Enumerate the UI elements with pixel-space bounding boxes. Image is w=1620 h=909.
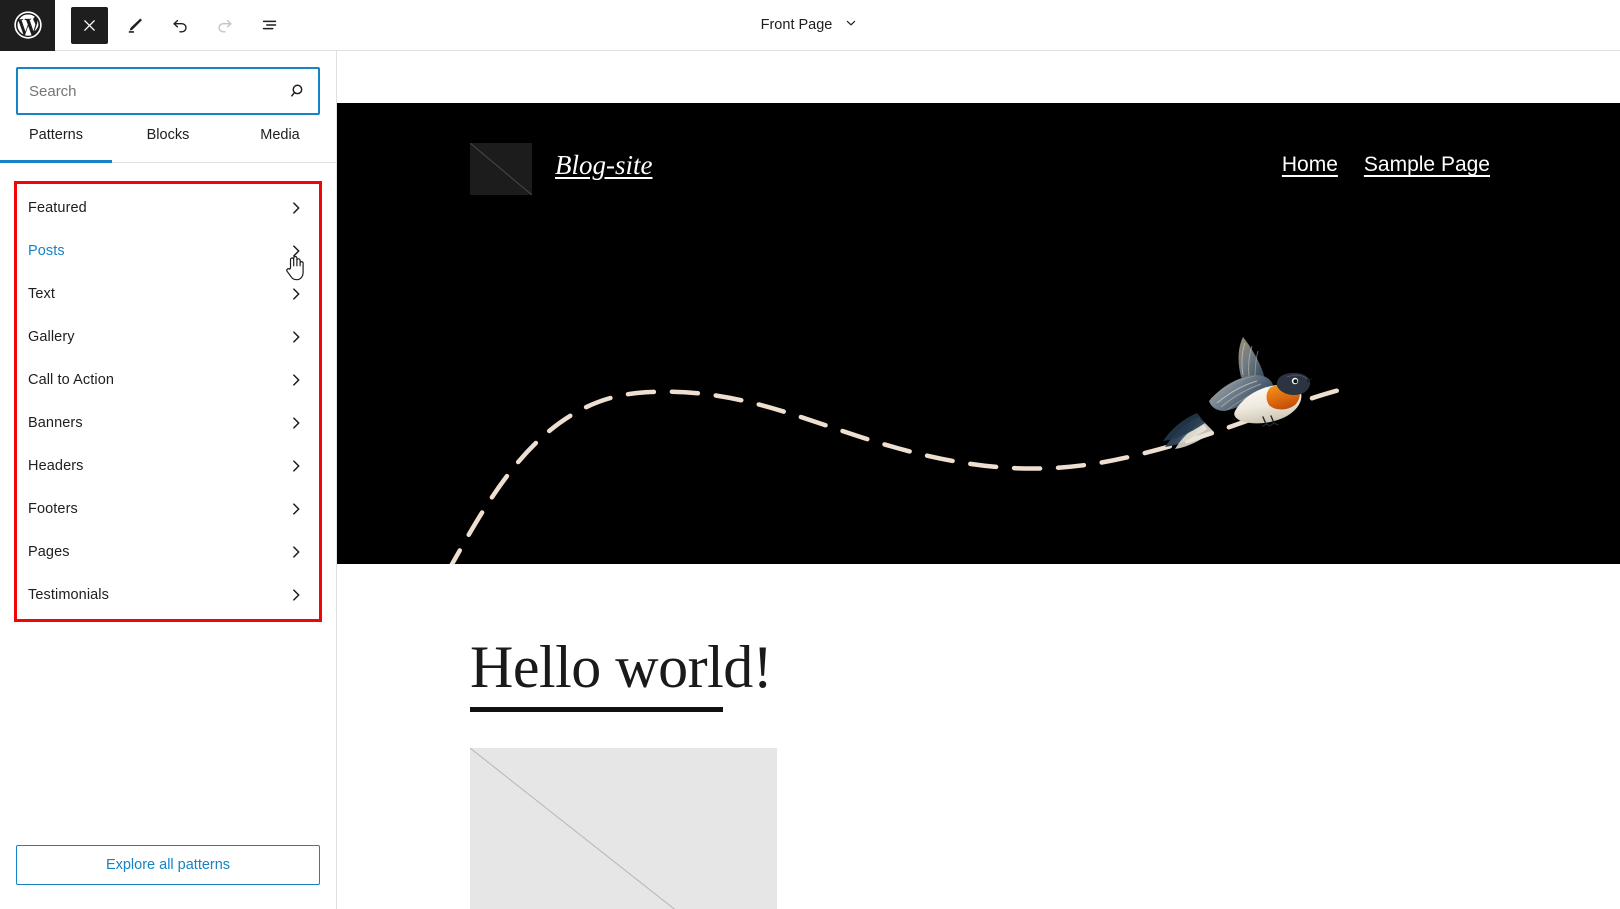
- document-title-dropdown[interactable]: Front Page: [753, 11, 868, 40]
- chevron-right-icon: [287, 328, 305, 346]
- edit-mode-button[interactable]: [116, 7, 153, 44]
- category-label: Featured: [28, 199, 87, 216]
- search-input[interactable]: [18, 69, 278, 113]
- chevron-right-icon: [287, 242, 305, 260]
- category-label: Pages: [28, 543, 70, 560]
- category-item-pages[interactable]: Pages: [17, 530, 319, 573]
- close-editor-button[interactable]: [71, 6, 108, 44]
- search-container: [0, 51, 336, 115]
- explore-all-patterns-button[interactable]: Explore all patterns: [16, 845, 320, 885]
- post-featured-placeholder-image-icon[interactable]: [470, 748, 777, 909]
- category-label: Testimonials: [28, 586, 109, 603]
- post-title-heading[interactable]: Hello world!: [470, 637, 773, 697]
- category-item-headers[interactable]: Headers: [17, 444, 319, 487]
- category-item-featured[interactable]: Featured: [17, 186, 319, 229]
- search-magnifier-icon[interactable]: [278, 69, 318, 113]
- chevron-right-icon: [287, 285, 305, 303]
- editor-top-toolbar: Front Page: [0, 0, 1620, 51]
- chevron-right-icon: [287, 500, 305, 518]
- category-item-gallery[interactable]: Gallery: [17, 315, 319, 358]
- site-preview-canvas[interactable]: Blog-site Home Sample Page Hello world!: [337, 51, 1620, 909]
- category-item-text[interactable]: Text: [17, 272, 319, 315]
- pattern-category-list: Featured Posts Text Gallery Call to Acti…: [14, 181, 322, 622]
- document-overview-button[interactable]: [251, 7, 288, 44]
- category-item-call-to-action[interactable]: Call to Action: [17, 358, 319, 401]
- category-label: Text: [28, 285, 55, 302]
- flying-barn-swallow-bird-illustration: [1163, 337, 1312, 449]
- document-title-text: Front Page: [760, 17, 833, 33]
- chevron-right-icon: [287, 199, 305, 217]
- tab-patterns[interactable]: Patterns: [0, 127, 112, 163]
- block-inserter-sidebar: Patterns Blocks Media Featured Posts: [0, 51, 337, 909]
- category-label: Footers: [28, 500, 78, 517]
- chevron-right-icon: [287, 543, 305, 561]
- category-item-posts[interactable]: Posts: [17, 229, 319, 272]
- tab-blocks[interactable]: Blocks: [112, 127, 224, 162]
- tab-blocks-label: Blocks: [146, 127, 190, 143]
- tab-media[interactable]: Media: [224, 127, 336, 162]
- wordpress-logo-icon[interactable]: [0, 0, 55, 51]
- inserter-tabs: Patterns Blocks Media: [0, 127, 336, 163]
- post-title-underline-rule: [470, 707, 723, 712]
- chevron-down-icon: [843, 15, 859, 36]
- search-box[interactable]: [16, 67, 320, 115]
- nav-link-home[interactable]: Home: [1282, 153, 1338, 177]
- category-label: Posts: [28, 242, 65, 259]
- toolbar-tool-group: [71, 6, 288, 44]
- wordpress-site-editor: Front Page Search Patterns Blocks Media …: [0, 0, 1620, 909]
- category-label: Banners: [28, 414, 83, 431]
- site-title-link[interactable]: Blog-site: [555, 150, 652, 181]
- redo-button[interactable]: [206, 7, 243, 44]
- explore-patterns-footer: Explore all patterns: [0, 845, 336, 909]
- category-item-testimonials[interactable]: Testimonials: [17, 573, 319, 616]
- tab-patterns-label: Patterns: [29, 127, 83, 143]
- tab-media-label: Media: [260, 127, 300, 143]
- chevron-right-icon: [287, 457, 305, 475]
- nav-link-sample-page[interactable]: Sample Page: [1364, 153, 1490, 177]
- undo-button[interactable]: [161, 7, 198, 44]
- site-logo-placeholder-image-icon[interactable]: [470, 143, 532, 195]
- chevron-right-icon: [287, 586, 305, 604]
- site-navigation-menu: Home Sample Page: [1282, 153, 1490, 177]
- site-hero-section: Blog-site Home Sample Page: [337, 103, 1620, 564]
- category-label: Gallery: [28, 328, 75, 345]
- chevron-right-icon: [287, 371, 305, 389]
- category-label: Headers: [28, 457, 84, 474]
- category-label: Call to Action: [28, 371, 115, 388]
- chevron-right-icon: [287, 414, 305, 432]
- category-item-banners[interactable]: Banners: [17, 401, 319, 444]
- category-item-footers[interactable]: Footers: [17, 487, 319, 530]
